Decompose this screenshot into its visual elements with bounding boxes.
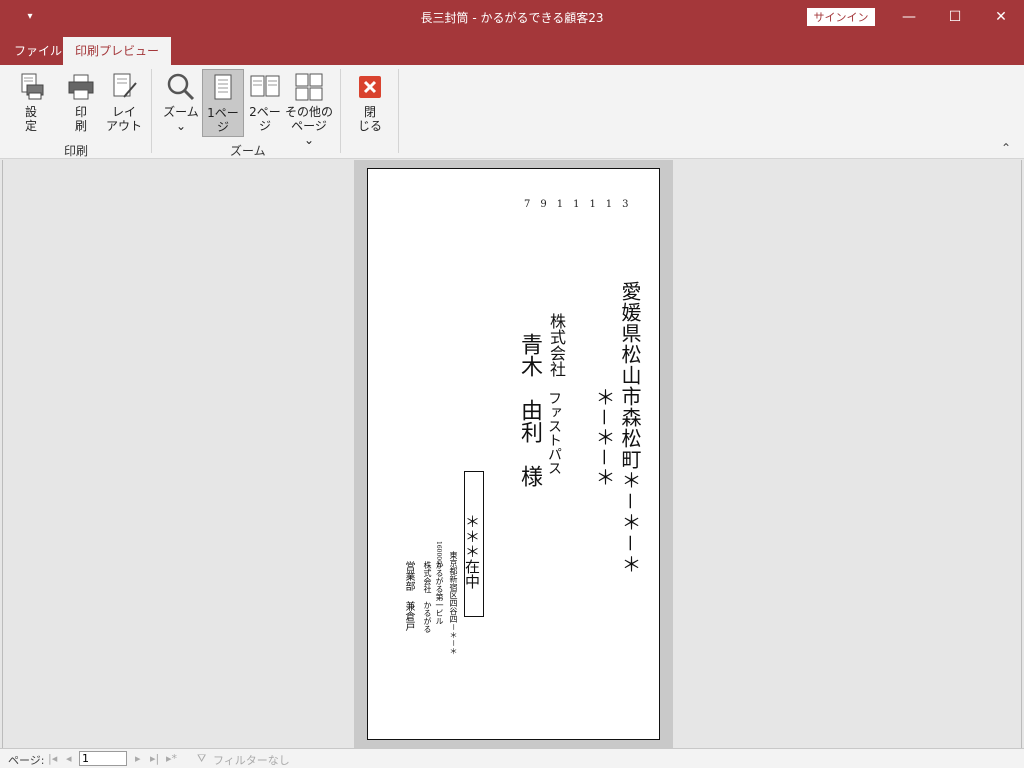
print-button[interactable]: 印 刷 xyxy=(62,69,100,137)
group-label-print: 印刷 xyxy=(64,144,89,158)
group-separator xyxy=(398,69,399,153)
last-page-icon[interactable]: ▸| xyxy=(150,752,159,765)
recipient-name: 青木 由利 様 xyxy=(517,333,542,487)
signin-button[interactable]: サインイン xyxy=(807,8,875,26)
ribbon: 設 定 印 刷 レイ アウト 印刷 ズーム ⌄ 1ペー ジ 2ペー ジ その他の… xyxy=(0,65,1024,159)
title-bar: ▾ 長三封筒 - かるがるできる顧客23 サインイン — ☐ ✕ xyxy=(0,0,1024,34)
recipient-department: ファストパス xyxy=(546,391,562,475)
maximize-button[interactable]: ☐ xyxy=(932,0,978,34)
close-x-icon xyxy=(359,76,381,98)
envelope-page[interactable]: 7911113 愛媛県松山市森松町＊－＊－＊ ＊－＊－＊ 株式会社 ファストパス… xyxy=(367,168,660,740)
close-preview-button[interactable]: 閉 じる xyxy=(350,69,390,137)
one-page-button[interactable]: 1ペー ジ xyxy=(202,69,244,137)
group-label-zoom: ズーム xyxy=(230,144,266,158)
minimize-button[interactable]: — xyxy=(886,0,932,34)
first-page-icon[interactable]: |◂ xyxy=(48,752,57,765)
enclosure-notice-box: ＊＊＊在中 xyxy=(463,471,484,617)
sender-company: 株式会社 かるがる xyxy=(423,561,432,633)
ribbon-tabs: ファイル 印刷プレビュー xyxy=(0,34,1024,65)
tab-print-preview[interactable]: 印刷プレビュー xyxy=(63,37,172,65)
page-number-input[interactable]: 1 xyxy=(79,751,127,766)
other-pages-button[interactable]: その他の ページ ⌄ xyxy=(285,69,333,147)
group-separator xyxy=(151,69,152,153)
zoom-button[interactable]: ズーム ⌄ xyxy=(160,69,202,137)
two-pages-icon xyxy=(250,75,280,97)
group-separator xyxy=(340,69,341,153)
multiple-pages-icon xyxy=(295,73,323,101)
new-record-icon[interactable]: ▸* xyxy=(166,752,177,765)
single-page-icon xyxy=(214,74,232,100)
printer-icon xyxy=(68,74,94,100)
sender-name: 営業部 兼倉戸 xyxy=(403,561,414,631)
recipient-address-line2: ＊－＊－＊ xyxy=(592,387,616,487)
collapse-ribbon-icon[interactable]: ⌃ xyxy=(1001,141,1011,155)
recipient-address-line1: 愛媛県松山市森松町＊－＊－＊ xyxy=(618,281,642,575)
sender-address: 東京都新宿区四谷四－＊－＊ xyxy=(449,551,458,655)
magnifier-icon xyxy=(167,73,195,101)
recipient-company: 株式会社 xyxy=(547,313,566,377)
next-page-icon[interactable]: ▸ xyxy=(135,752,141,765)
layout-button[interactable]: レイ アウト xyxy=(104,69,144,137)
filter-icon: ⛛ xyxy=(197,752,207,765)
filter-status[interactable]: フィルターなし xyxy=(213,752,290,768)
print-preview-area[interactable]: 7911113 愛媛県松山市森松町＊－＊－＊ ＊－＊－＊ 株式会社 ファストパス… xyxy=(2,160,1022,748)
page-setup-button[interactable]: 設 定 xyxy=(12,69,50,137)
page-setup-icon xyxy=(21,73,44,100)
recipient-zip: 7911113 xyxy=(524,199,639,210)
close-window-button[interactable]: ✕ xyxy=(978,0,1024,34)
two-page-button[interactable]: 2ペー ジ xyxy=(245,69,285,137)
status-bar: ページ: |◂ ◂ 1 ▸ ▸| ▸* ⛛ フィルターなし xyxy=(0,748,1024,768)
page-label: ページ: xyxy=(8,754,45,767)
prev-page-icon[interactable]: ◂ xyxy=(66,752,72,765)
page-layout-icon xyxy=(113,73,137,98)
sender-building: かるがる第一ビル xyxy=(435,561,444,625)
